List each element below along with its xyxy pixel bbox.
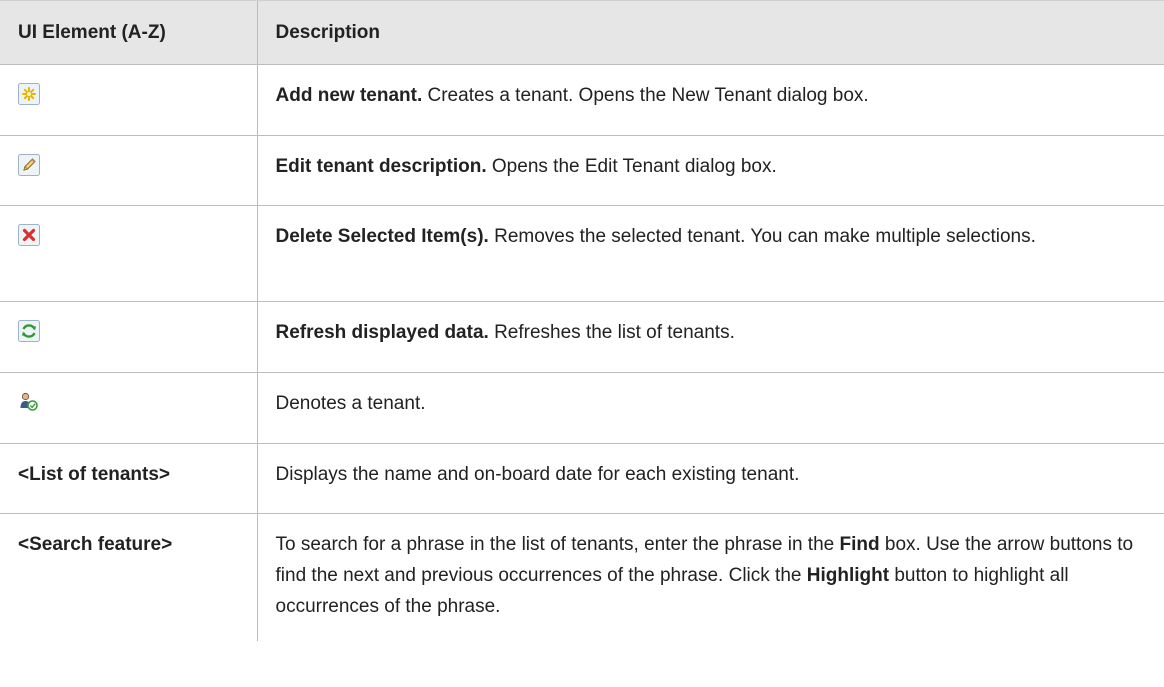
ui-element-cell — [0, 64, 257, 136]
table-row: <Search feature> To search for a phrase … — [0, 513, 1164, 641]
description-title: Delete Selected Item(s). — [275, 226, 489, 247]
tenant-icon — [18, 391, 40, 413]
description-cell: Delete Selected Item(s). Removes the sel… — [256, 205, 1164, 302]
description-cell: Denotes a tenant. — [256, 372, 1164, 444]
description-cell: Add new tenant. Creates a tenant. Opens … — [256, 64, 1164, 136]
highlight-button-term: Highlight — [806, 565, 890, 586]
description-title: Edit tenant description. — [275, 156, 487, 177]
ui-element-cell: <Search feature> — [0, 514, 257, 641]
table-row: Edit tenant description. Opens the Edit … — [0, 135, 1164, 206]
table-row: Add new tenant. Creates a tenant. Opens … — [0, 64, 1164, 136]
header-ui-element: UI Element (A-Z) — [0, 0, 257, 65]
table-header-row: UI Element (A-Z) Description — [0, 0, 1164, 65]
description-text: Denotes a tenant. — [275, 393, 426, 414]
description-cell: To search for a phrase in the list of te… — [256, 513, 1164, 641]
table-row: Delete Selected Item(s). Removes the sel… — [0, 205, 1164, 302]
description-cell: Displays the name and on-board date for … — [256, 443, 1164, 514]
header-description: Description — [256, 0, 1164, 65]
description-text: Removes the selected tenant. You can mak… — [488, 226, 1036, 247]
table-row: Refresh displayed data. Refreshes the li… — [0, 301, 1164, 373]
ui-element-cell — [0, 135, 257, 206]
add-tenant-icon — [18, 83, 40, 105]
delete-x-icon — [18, 224, 40, 246]
ui-elements-table: UI Element (A-Z) Description Add new ten… — [0, 0, 1164, 641]
description-text: Refreshes the list of tenants. — [488, 322, 735, 343]
description-text: Creates a tenant. Opens the New Tenant d… — [422, 85, 869, 106]
description-text: To search for a phrase in the list of te… — [275, 534, 840, 555]
ui-element-name: <Search feature> — [18, 534, 173, 555]
ui-element-cell — [0, 205, 257, 302]
table-row: <List of tenants> Displays the name and … — [0, 443, 1164, 514]
description-cell: Refresh displayed data. Refreshes the li… — [256, 301, 1164, 373]
description-cell: Edit tenant description. Opens the Edit … — [256, 135, 1164, 206]
ui-element-cell — [0, 301, 257, 373]
description-title: Add new tenant. — [275, 85, 423, 106]
description-text: Opens the Edit Tenant dialog box. — [486, 156, 777, 177]
refresh-icon — [18, 320, 40, 342]
description-text: Displays the name and on-board date for … — [275, 464, 800, 485]
description-title: Refresh displayed data. — [275, 322, 489, 343]
table-row: Denotes a tenant. — [0, 372, 1164, 444]
ui-element-cell: <List of tenants> — [0, 443, 257, 514]
find-box-term: Find — [839, 534, 880, 555]
ui-element-cell — [0, 372, 257, 444]
edit-pencil-icon — [18, 154, 40, 176]
ui-element-name: <List of tenants> — [18, 464, 171, 485]
